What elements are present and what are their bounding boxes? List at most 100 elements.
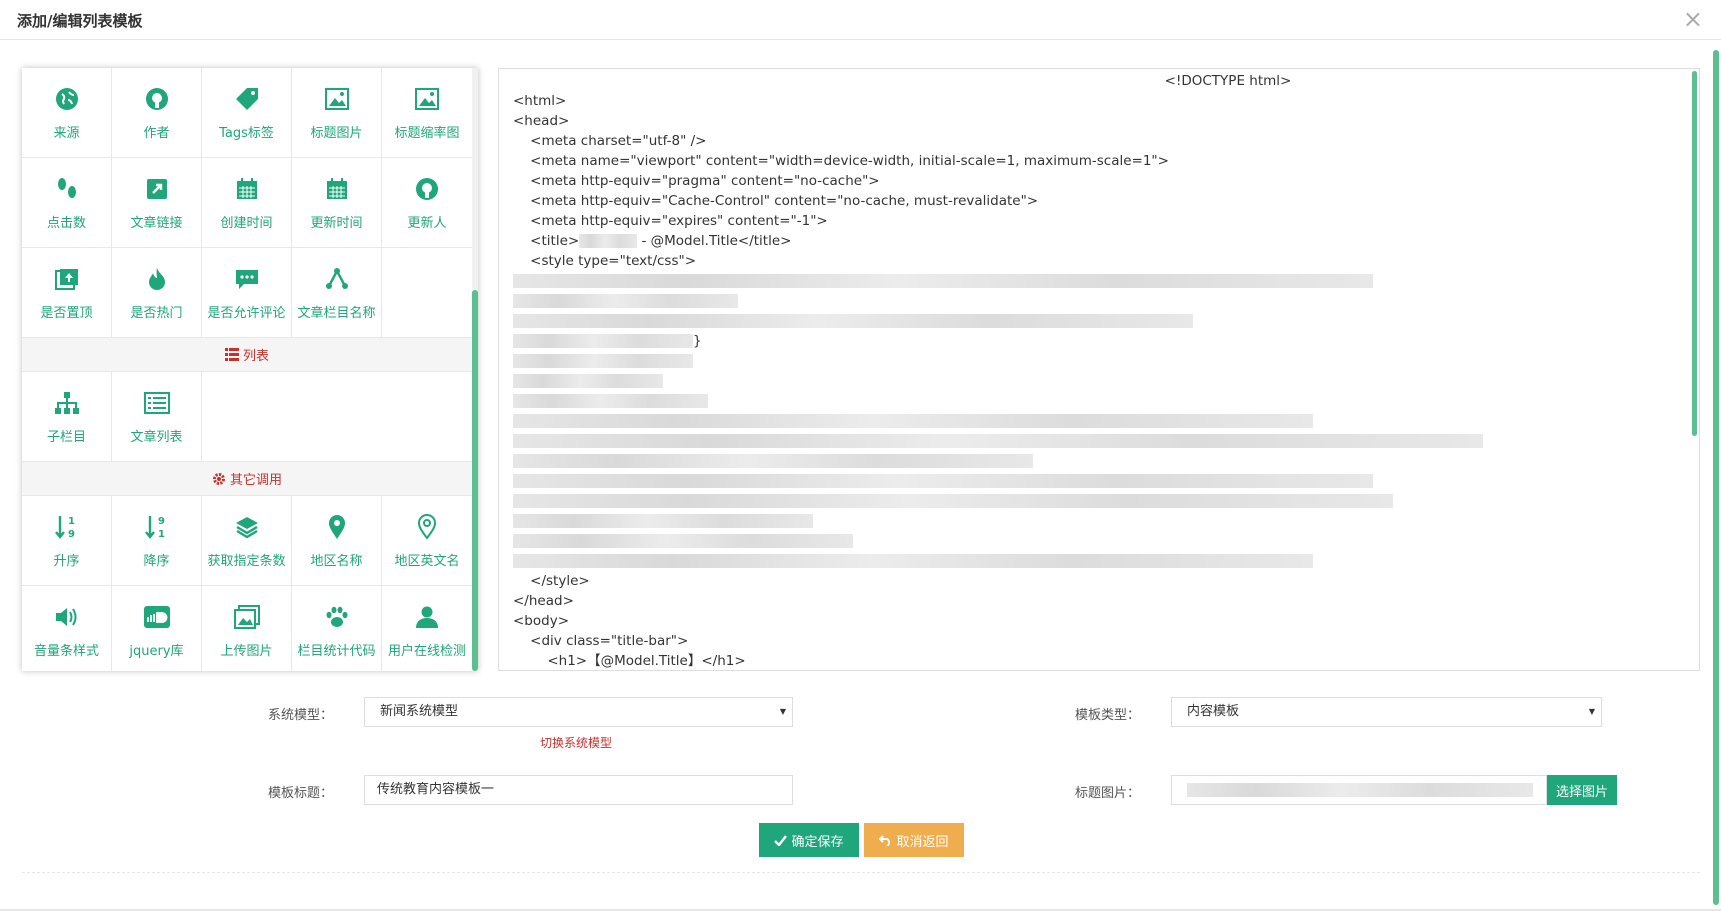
code-line	[513, 271, 1683, 291]
palette-scrollbar[interactable]	[472, 68, 478, 671]
palette-item-allow-comment[interactable]: 是否允许评论	[202, 248, 292, 338]
palette-item-article-link[interactable]: 文章链接	[112, 158, 202, 248]
palette-item-region-english-name[interactable]: 地区英文名	[382, 496, 472, 586]
fire-icon	[142, 264, 172, 294]
palette-item-descending[interactable]: 91 降序	[112, 496, 202, 586]
code-line: <h1>【@Model.Title】</h1>	[513, 653, 746, 669]
section-header-other: 其它调用	[22, 462, 472, 496]
sort-desc-icon: 91	[142, 512, 172, 542]
pin-top-icon	[52, 264, 82, 294]
code-line	[513, 311, 1683, 331]
palette-item-source[interactable]: 来源	[22, 68, 112, 158]
blurred-text	[513, 534, 853, 548]
template-type-select[interactable]: 内容模板	[1171, 697, 1602, 727]
palette-item-category-stats-code[interactable]: 栏目统计代码	[292, 586, 382, 671]
palette-item-is-hot[interactable]: 是否热门	[112, 248, 202, 338]
paw-icon	[322, 602, 352, 632]
switch-system-model-hint[interactable]: 切换系统模型	[540, 734, 612, 751]
palette-item-volume-style[interactable]: 音量条样式	[22, 586, 112, 671]
code-line	[513, 431, 1683, 451]
dialog-title: 添加/编辑列表模板	[17, 12, 143, 30]
thumbnail-icon	[412, 84, 442, 114]
volume-icon	[52, 602, 82, 632]
code-line	[513, 531, 1683, 551]
code-line: }	[513, 331, 1683, 351]
check-icon	[774, 834, 788, 846]
palette-item-clicks[interactable]: 点击数	[22, 158, 112, 248]
tags-icon	[232, 84, 262, 114]
palette-item-article-list[interactable]: 文章列表	[112, 372, 202, 462]
pick-image-button[interactable]: 选择图片	[1547, 775, 1617, 805]
palette-item-ascending[interactable]: 19 升序	[22, 496, 112, 586]
blurred-text	[513, 294, 738, 308]
gear-icon	[212, 472, 226, 486]
calendar-icon	[322, 174, 352, 204]
code-line: <meta charset="utf-8" />	[513, 133, 707, 149]
palette-item-get-count[interactable]: 获取指定条数	[202, 496, 292, 586]
cancel-button[interactable]: 取消返回	[864, 823, 964, 857]
comment-icon	[232, 264, 262, 294]
palette-item-upload-image[interactable]: 上传图片	[202, 586, 292, 671]
undo-icon	[879, 834, 891, 846]
palette-item-created-time[interactable]: 创建时间	[202, 158, 292, 248]
code-line: <head>	[513, 113, 570, 129]
empty-cell	[202, 372, 292, 462]
blurred-text	[513, 514, 813, 528]
palette-item-author[interactable]: 作者	[112, 68, 202, 158]
palette-item-title-image[interactable]: 标题图片	[292, 68, 382, 158]
code-line	[513, 291, 1683, 311]
palette-item-tags[interactable]: Tags标签	[202, 68, 292, 158]
palette-item-is-top[interactable]: 是否置顶	[22, 248, 112, 338]
svg-text:1: 1	[68, 516, 75, 527]
code-line	[513, 451, 1683, 471]
palette-item-subcategory[interactable]: 子栏目	[22, 372, 112, 462]
code-line: <html>	[513, 93, 567, 109]
code-line	[513, 491, 1683, 511]
palette-item-updated-time[interactable]: 更新时间	[292, 158, 382, 248]
code-line: <body>	[513, 613, 570, 629]
save-button[interactable]: 确定保存	[759, 823, 859, 857]
upload-image-icon	[232, 602, 262, 632]
palette-item-jquery[interactable]: jquery库	[112, 586, 202, 671]
palette-item-title-thumbnail[interactable]: 标题缩率图	[382, 68, 472, 158]
title-image-input[interactable]	[1171, 775, 1547, 805]
dialog: 添加/编辑列表模板 × 来源 作者 Tags标签 标题图片 标题缩率图 点击数 …	[0, 0, 1721, 911]
svg-text:1: 1	[158, 529, 165, 540]
palette-item-region-name[interactable]: 地区名称	[292, 496, 382, 586]
field-palette: 来源 作者 Tags标签 标题图片 标题缩率图 点击数 文章链接 创建时间 更新…	[22, 68, 478, 671]
code-line: <title> - @Model.Title</title>	[513, 233, 792, 249]
sort-asc-icon: 19	[52, 512, 82, 542]
code-line	[513, 511, 1683, 531]
editor-scrollbar-thumb[interactable]	[1692, 71, 1697, 436]
blurred-path	[1187, 783, 1533, 797]
empty-cell	[382, 372, 472, 462]
blurred-text	[513, 454, 1033, 468]
hierarchy-icon	[322, 264, 352, 294]
code-line	[513, 471, 1683, 491]
code-line: <style type="text/css">	[513, 253, 697, 269]
soundcloud-icon	[142, 602, 172, 632]
blurred-text	[513, 374, 663, 388]
system-model-label: 系统模型：	[268, 708, 334, 723]
code-line: <meta http-equiv="pragma" content="no-ca…	[513, 173, 880, 189]
external-link-icon	[142, 174, 172, 204]
palette-item-updated-by[interactable]: 更新人	[382, 158, 472, 248]
close-icon[interactable]: ×	[1683, 4, 1703, 34]
palette-item-category-name[interactable]: 文章栏目名称	[292, 248, 382, 338]
blurred-text	[579, 234, 638, 248]
user-icon	[412, 602, 442, 632]
blurred-text	[513, 494, 1393, 508]
template-code-editor[interactable]: <!DOCTYPE html> <html> <head> <meta char…	[498, 68, 1700, 671]
system-model-select[interactable]: 新闻系统模型	[364, 697, 793, 727]
palette-scrollbar-thumb[interactable]	[472, 290, 478, 671]
dialog-scrollbar-thumb[interactable]	[1713, 50, 1719, 905]
palette-item-user-online-check[interactable]: 用户在线检测	[382, 586, 472, 671]
blurred-text	[513, 474, 1373, 488]
code-line: <meta http-equiv="Cache-Control" content…	[513, 193, 1039, 209]
template-title-input[interactable]: 传统教育内容模板一	[364, 775, 793, 805]
code-content: <!DOCTYPE html> <html> <head> <meta char…	[513, 71, 1683, 670]
code-line: <div class="title-bar">	[513, 633, 689, 649]
template-title-label: 模板标题：	[268, 786, 334, 801]
blurred-text	[513, 414, 1313, 428]
list-icon	[224, 348, 239, 361]
